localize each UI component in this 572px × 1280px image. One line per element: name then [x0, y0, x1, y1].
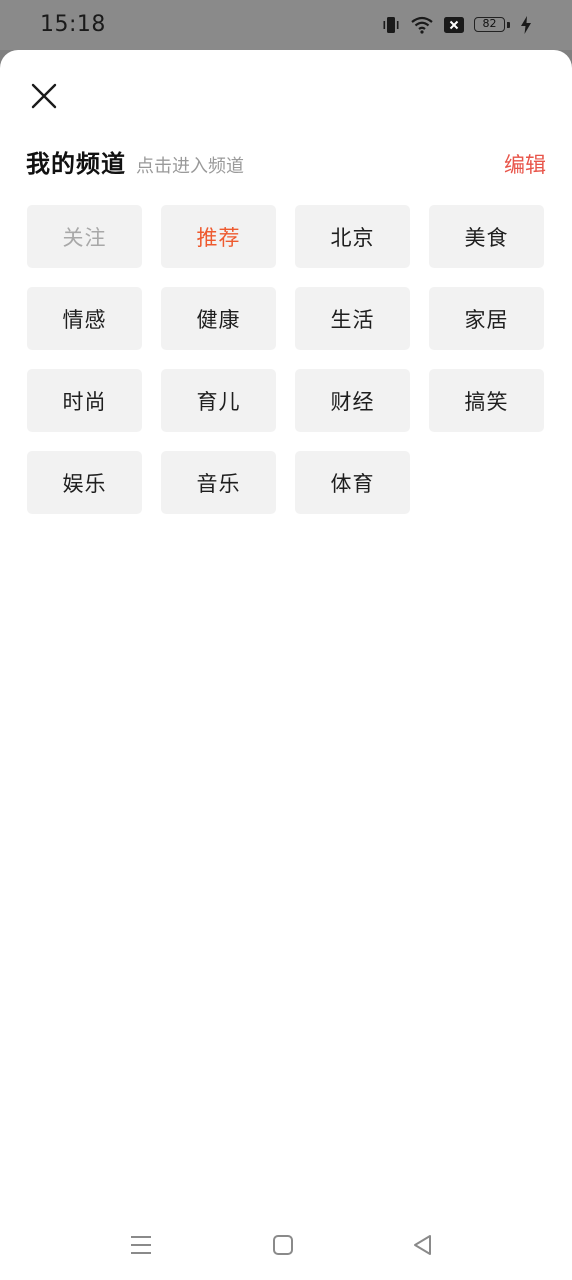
channel-chip-qinggan[interactable]: 情感: [27, 287, 142, 350]
back-icon: [414, 1235, 431, 1255]
nav-back-button[interactable]: [410, 1232, 436, 1258]
channel-chip-meishi[interactable]: 美食: [429, 205, 544, 268]
nav-home-button[interactable]: [270, 1232, 296, 1258]
close-icon: [31, 83, 57, 109]
channel-grid: 关注 推荐 北京 美食 情感 健康 生活 家居 时尚 育儿 财经 搞笑 娱乐 音…: [27, 205, 545, 514]
channel-chip-jiaju[interactable]: 家居: [429, 287, 544, 350]
battery-tip: [507, 22, 510, 28]
channel-chip-gaoxiao[interactable]: 搞笑: [429, 369, 544, 432]
status-time: 15:18: [40, 12, 106, 37]
channel-header: 我的频道 点击进入频道 编辑: [26, 144, 546, 184]
system-nav-bar: [0, 1210, 572, 1280]
edit-button[interactable]: 编辑: [504, 149, 546, 179]
status-bar: 15:18 82: [0, 0, 572, 50]
charging-bolt-icon: [520, 16, 532, 34]
sim-blocked-icon: [444, 17, 464, 33]
nav-menu-button[interactable]: [128, 1232, 154, 1258]
channel-chip-yule[interactable]: 娱乐: [27, 451, 142, 514]
channel-chip-yuer[interactable]: 育儿: [161, 369, 276, 432]
channel-chip-shishang[interactable]: 时尚: [27, 369, 142, 432]
channel-chip-caijing[interactable]: 财经: [295, 369, 410, 432]
home-icon: [273, 1235, 293, 1255]
close-button[interactable]: [26, 78, 62, 114]
channel-sheet: 我的频道 点击进入频道 编辑 关注 推荐 北京 美食 情感 健康 生活 家居 时…: [0, 50, 572, 1280]
battery-icon: 82: [474, 16, 510, 34]
channel-chip-jiankang[interactable]: 健康: [161, 287, 276, 350]
channel-chip-shenghuo[interactable]: 生活: [295, 287, 410, 350]
wifi-icon: [410, 16, 434, 34]
menu-icon: [131, 1236, 151, 1254]
channel-chip-beijing[interactable]: 北京: [295, 205, 410, 268]
channel-chip-tiyu[interactable]: 体育: [295, 451, 410, 514]
channel-chip-yinyue[interactable]: 音乐: [161, 451, 276, 514]
channel-chip-guanzhu[interactable]: 关注: [27, 205, 142, 268]
channel-chip-tuijian[interactable]: 推荐: [161, 205, 276, 268]
vibrate-icon: [382, 15, 400, 35]
page-subtitle: 点击进入频道: [136, 156, 244, 177]
status-icons: 82: [382, 13, 532, 37]
page-title: 我的频道: [26, 150, 126, 178]
battery-level: 82: [474, 17, 505, 32]
